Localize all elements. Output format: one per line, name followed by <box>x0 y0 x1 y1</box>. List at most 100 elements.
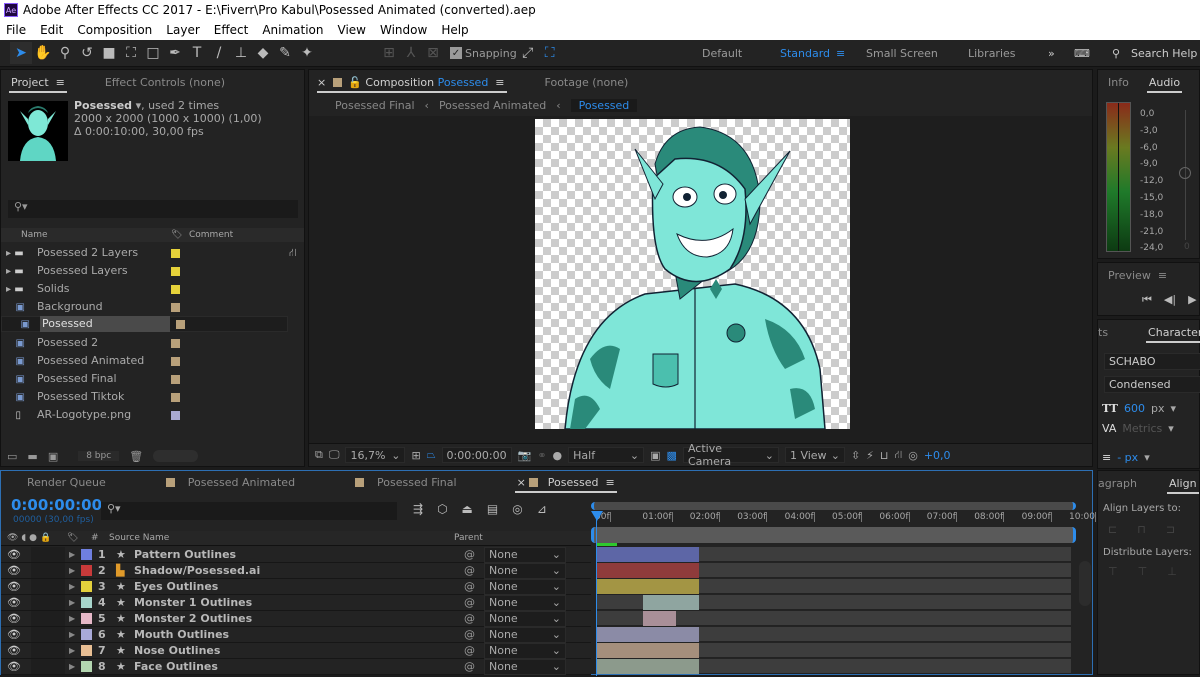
pixel-aspect-icon[interactable]: ⇳ <box>851 449 860 462</box>
pan-behind-tool-icon[interactable]: ⛶ <box>120 42 142 64</box>
layer-label-color[interactable] <box>81 613 92 624</box>
mask-visibility-icon[interactable]: ⏢ <box>427 448 436 462</box>
visibility-eye-icon[interactable]: 👁 <box>1 580 31 593</box>
tab-composition[interactable]: × 🔓 Composition Posessed ≡ <box>309 70 515 94</box>
flowchart-icon[interactable]: ⛙ <box>895 448 903 463</box>
visibility-eye-icon[interactable]: 👁 <box>1 596 31 609</box>
tab-effect-controls[interactable]: Effect Controls (none) <box>95 70 235 94</box>
timeline-icon[interactable]: ⊔ <box>880 449 889 462</box>
selection-tool-icon[interactable]: ➤ <box>10 42 32 64</box>
label-color-swatch[interactable] <box>171 392 180 402</box>
kerning-select[interactable]: Metrics <box>1122 422 1162 435</box>
comp-mini-flowchart-icon[interactable]: ⇶ <box>413 502 423 516</box>
align-center-icon[interactable]: ⊓ <box>1137 523 1146 536</box>
visibility-eye-icon[interactable]: 👁 <box>1 612 31 625</box>
close-tab-icon[interactable]: × <box>517 476 526 489</box>
tab-posessed[interactable]: × Posessed ≡ <box>507 470 625 494</box>
current-time-field[interactable]: 0:00:00:00 <box>441 447 512 463</box>
layer-row[interactable]: 👁 ▶ 3 ★ Eyes Outlines @ None ⌄ <box>1 578 591 595</box>
expand-layer-icon[interactable]: ▶ <box>69 630 81 639</box>
interpret-footage-icon[interactable]: ▭ <box>7 450 17 463</box>
monitor-icon[interactable]: 🖵 <box>329 448 340 462</box>
keyboard-icon[interactable]: ⌨ <box>1074 47 1090 60</box>
rectangle-tool-icon[interactable]: □ <box>142 42 164 64</box>
breadcrumb-posessed[interactable]: Posessed <box>570 98 638 112</box>
close-tab-icon[interactable]: × <box>317 76 326 89</box>
roto-brush-tool-icon[interactable]: ✎ <box>274 42 296 64</box>
expand-layer-icon[interactable]: ▶ <box>69 566 81 575</box>
current-time-display[interactable]: 0:00:00:00 <box>11 496 102 514</box>
visibility-eye-icon[interactable]: 👁 <box>1 644 31 657</box>
parent-select[interactable]: None ⌄ <box>484 546 566 563</box>
channels-icon[interactable]: ● <box>553 449 563 462</box>
fast-previews-icon[interactable]: ⚡ <box>866 449 874 462</box>
layer-label-color[interactable] <box>81 661 92 672</box>
trash-icon[interactable]: 🗑 <box>129 450 143 463</box>
layer-duration-bar[interactable] <box>597 547 699 562</box>
shy-layers-icon[interactable]: ⏏ <box>462 502 473 516</box>
region-of-interest-icon[interactable]: ▣ <box>650 449 660 462</box>
parent-pickwhip-icon[interactable]: @ <box>464 596 484 609</box>
bit-depth-button[interactable]: 8 bpc <box>78 451 120 461</box>
project-item[interactable]: ▯ AR-Logotype.png <box>1 406 288 424</box>
parent-select[interactable]: None ⌄ <box>484 658 566 675</box>
search-help-icon[interactable]: ⚲ <box>1112 47 1120 60</box>
project-scrollbar[interactable] <box>153 450 199 462</box>
resolution-select[interactable]: Half ⌄ <box>568 447 645 463</box>
label-color-swatch[interactable] <box>171 338 180 348</box>
audio-solo-lock-switches[interactable] <box>31 547 65 562</box>
puppet-pin-tool-icon[interactable]: ✦ <box>296 42 318 64</box>
project-search-input[interactable]: ⚲▾ <box>8 200 298 218</box>
workspace-default[interactable]: Default <box>702 47 742 60</box>
pen-tool-icon[interactable]: ✒ <box>164 42 186 64</box>
menu-file[interactable]: File <box>6 23 26 37</box>
breadcrumb-posessed-final[interactable]: Posessed Final <box>335 99 415 112</box>
snap-features-icon[interactable]: ⛶ <box>539 42 561 64</box>
expand-layer-icon[interactable]: ▶ <box>69 646 81 655</box>
layer-source-name[interactable]: Eyes Outlines <box>134 580 464 593</box>
menu-edit[interactable]: Edit <box>40 23 63 37</box>
layer-label-color[interactable] <box>81 629 92 640</box>
visibility-eye-icon[interactable]: 👁 <box>1 548 31 561</box>
tab-project[interactable]: Project ≡ <box>1 70 75 94</box>
label-color-swatch[interactable] <box>171 374 180 384</box>
layer-source-name[interactable]: Monster 1 Outlines <box>134 596 464 609</box>
layer-duration-bar[interactable] <box>597 579 699 594</box>
layer-duration-bar[interactable] <box>642 611 677 626</box>
more-workspaces-icon[interactable]: » <box>1048 47 1055 60</box>
label-color-swatch[interactable] <box>171 302 180 312</box>
time-ruler[interactable]: 00f 01:00f 02:00f 03:00f 04:00f 05:00f 06:00f 0… <box>595 511 1096 527</box>
tab-preview[interactable]: Preview ≡ <box>1098 263 1177 287</box>
tab-character[interactable]: Character <box>1138 320 1200 344</box>
layer-label-color[interactable] <box>81 645 92 656</box>
view-layout-select[interactable]: 1 View ⌄ <box>784 447 845 463</box>
parent-pickwhip-icon[interactable]: @ <box>464 660 484 673</box>
tab-info[interactable]: Info <box>1098 70 1139 94</box>
menu-effect[interactable]: Effect <box>214 23 249 37</box>
tab-audio[interactable]: Audio <box>1139 70 1190 94</box>
layer-duration-bar[interactable] <box>597 659 699 674</box>
project-item[interactable]: ▸ ▬ Posessed 2 Layers <box>1 244 288 262</box>
audio-solo-lock-switches[interactable] <box>31 595 65 610</box>
snapping-checkbox-icon[interactable]: ✓ <box>450 47 462 59</box>
layer-row[interactable]: 👁 ▶ 8 ★ Face Outlines @ None ⌄ <box>1 658 591 675</box>
parent-pickwhip-icon[interactable]: @ <box>464 628 484 641</box>
project-item[interactable]: ▣ Background <box>1 298 288 316</box>
tab-posessed-final[interactable]: Posessed Final <box>345 470 467 494</box>
safe-margins-icon[interactable]: ⊞ <box>411 449 420 462</box>
project-item[interactable]: ▣ Posessed <box>1 316 288 332</box>
tab-footage[interactable]: Footage (none) <box>535 70 639 94</box>
clone-stamp-tool-icon[interactable]: ⊥ <box>230 42 252 64</box>
distribute-top-icon[interactable]: ⊤ <box>1108 565 1118 578</box>
audio-solo-lock-switches[interactable] <box>31 659 65 674</box>
label-color-swatch[interactable] <box>176 319 185 329</box>
first-frame-icon[interactable]: ⏮ <box>1142 293 1152 307</box>
font-family-select[interactable]: SCHABO <box>1104 353 1200 370</box>
column-name[interactable]: Name <box>21 230 171 240</box>
layer-label-color[interactable] <box>81 565 92 576</box>
tab-effects[interactable]: ts <box>1098 320 1118 344</box>
reset-exposure-icon[interactable]: ◎ <box>908 449 918 462</box>
audio-solo-lock-switches[interactable] <box>31 611 65 626</box>
expand-layer-icon[interactable]: ▶ <box>69 614 81 623</box>
layer-duration-bar[interactable] <box>597 627 699 642</box>
